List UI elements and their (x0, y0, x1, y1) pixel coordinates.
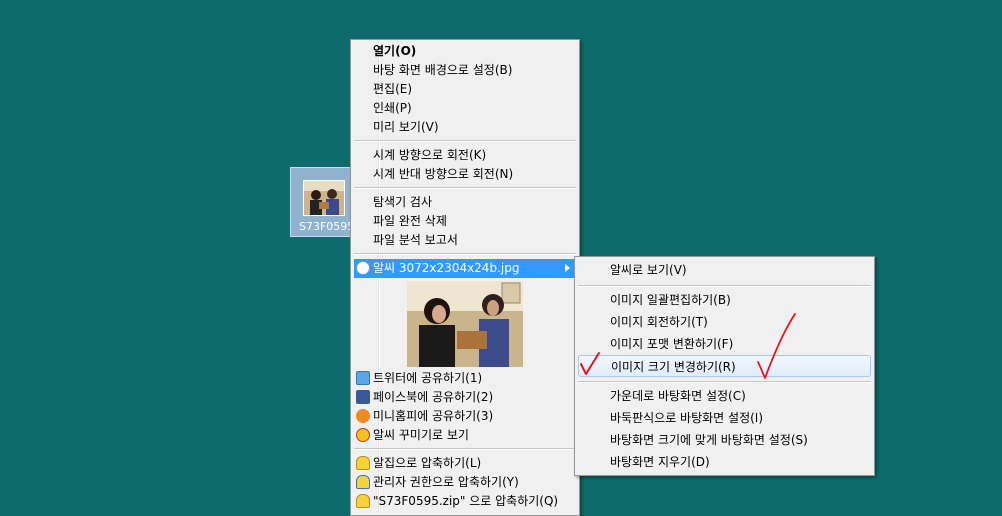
menu-item-label: 페이스북에 공유하기(2) (373, 390, 494, 404)
context-menu: 열기(O) 바탕 화면 배경으로 설정(B) 편집(E) 인쇄(P) 미리 보기… (350, 39, 580, 516)
menu-item-compress-to-zip[interactable]: "S73F0595.zip" 으로 압축하기(Q) (354, 492, 576, 511)
submenu-item-convert-format[interactable]: 이미지 포맷 변환하기(F) (578, 333, 871, 355)
desktop-file-icon[interactable]: S73F0595 (290, 167, 354, 237)
submenu-item-wallpaper-center[interactable]: 가운데로 바탕화면 설정(C) (578, 385, 871, 407)
desktop-file-label: S73F0595 (299, 220, 355, 233)
minihompy-icon (356, 409, 370, 423)
twitter-icon (356, 371, 370, 385)
menu-item-explorer-scan[interactable]: 탐색기 검사 (354, 193, 576, 212)
facebook-icon (356, 390, 370, 404)
image-thumbnail-icon (303, 180, 345, 216)
menu-item-share-facebook[interactable]: 페이스북에 공유하기(2) (354, 388, 576, 407)
menu-item-open[interactable]: 열기(O) (354, 42, 576, 61)
submenu-item-rotate[interactable]: 이미지 회전하기(T) (578, 311, 871, 333)
menu-separator (578, 285, 871, 287)
menu-item-alsee-submenu[interactable]: 알씨 3072x2304x24b.jpg (354, 259, 576, 278)
alzip-icon (356, 494, 370, 508)
menu-item-share-twitter[interactable]: 트위터에 공유하기(1) (354, 369, 576, 388)
menu-item-share-minihompy[interactable]: 미니홈피에 공유하기(3) (354, 407, 576, 426)
submenu-item-wallpaper-fit[interactable]: 바탕화면 크기에 맞게 바탕화면 설정(S) (578, 429, 871, 451)
red-check-annotation-icon (757, 313, 796, 379)
menu-item-edit[interactable]: 편집(E) (354, 80, 576, 99)
alsee-icon (356, 261, 370, 275)
alsee-submenu: 알씨로 보기(V) 이미지 일괄편집하기(B) 이미지 회전하기(T) 이미지 … (574, 256, 875, 476)
menu-item-file-analysis[interactable]: 파일 분석 보고서 (354, 231, 576, 250)
menu-separator (354, 187, 576, 189)
menu-item-label: 트위터에 공유하기(1) (373, 371, 483, 385)
menu-separator (354, 448, 576, 450)
menu-item-label: 알집으로 압축하기(L) (373, 456, 482, 470)
submenu-item-wallpaper-tile[interactable]: 바둑판식으로 바탕화면 설정(I) (578, 407, 871, 429)
red-check-annotation-icon (580, 352, 600, 375)
submenu-item-view-alsee[interactable]: 알씨로 보기(V) (578, 259, 871, 281)
menu-item-alzip-compress[interactable]: 알집으로 압축하기(L) (354, 454, 576, 473)
menu-item-label: 미니홈피에 공유하기(3) (373, 409, 494, 423)
menu-item-alsee-decorate[interactable]: 알씨 꾸미기로 보기 (354, 426, 576, 445)
menu-separator (578, 381, 871, 383)
menu-item-admin-compress[interactable]: 관리자 권한으로 압축하기(Y) (354, 473, 576, 492)
menu-item-print[interactable]: 인쇄(P) (354, 99, 576, 118)
menu-separator (354, 140, 576, 142)
menu-item-label: 알씨 꾸미기로 보기 (373, 428, 469, 442)
alsee-decorate-icon (356, 428, 370, 442)
submenu-arrow-icon (565, 264, 570, 272)
menu-item-label: 알씨 3072x2304x24b.jpg (373, 261, 520, 275)
menu-item-set-wallpaper[interactable]: 바탕 화면 배경으로 설정(B) (354, 61, 576, 80)
menu-item-preview[interactable]: 미리 보기(V) (354, 118, 576, 137)
menu-item-label: 관리자 권한으로 압축하기(Y) (373, 475, 519, 489)
menu-item-secure-delete[interactable]: 파일 완전 삭제 (354, 212, 576, 231)
submenu-item-batch-edit[interactable]: 이미지 일괄편집하기(B) (578, 289, 871, 311)
submenu-item-resize[interactable]: 이미지 크기 변경하기(R) (578, 355, 871, 377)
menu-item-label: "S73F0595.zip" 으로 압축하기(Q) (373, 494, 559, 508)
alzip-icon (356, 456, 370, 470)
image-preview (407, 281, 523, 367)
menu-item-rotate-clockwise[interactable]: 시계 방향으로 회전(K) (354, 146, 576, 165)
menu-separator (354, 253, 576, 255)
menu-item-rotate-counterclockwise[interactable]: 시계 반대 방향으로 회전(N) (354, 165, 576, 184)
submenu-item-wallpaper-clear[interactable]: 바탕화면 지우기(D) (578, 451, 871, 473)
alzip-admin-icon (356, 475, 370, 489)
